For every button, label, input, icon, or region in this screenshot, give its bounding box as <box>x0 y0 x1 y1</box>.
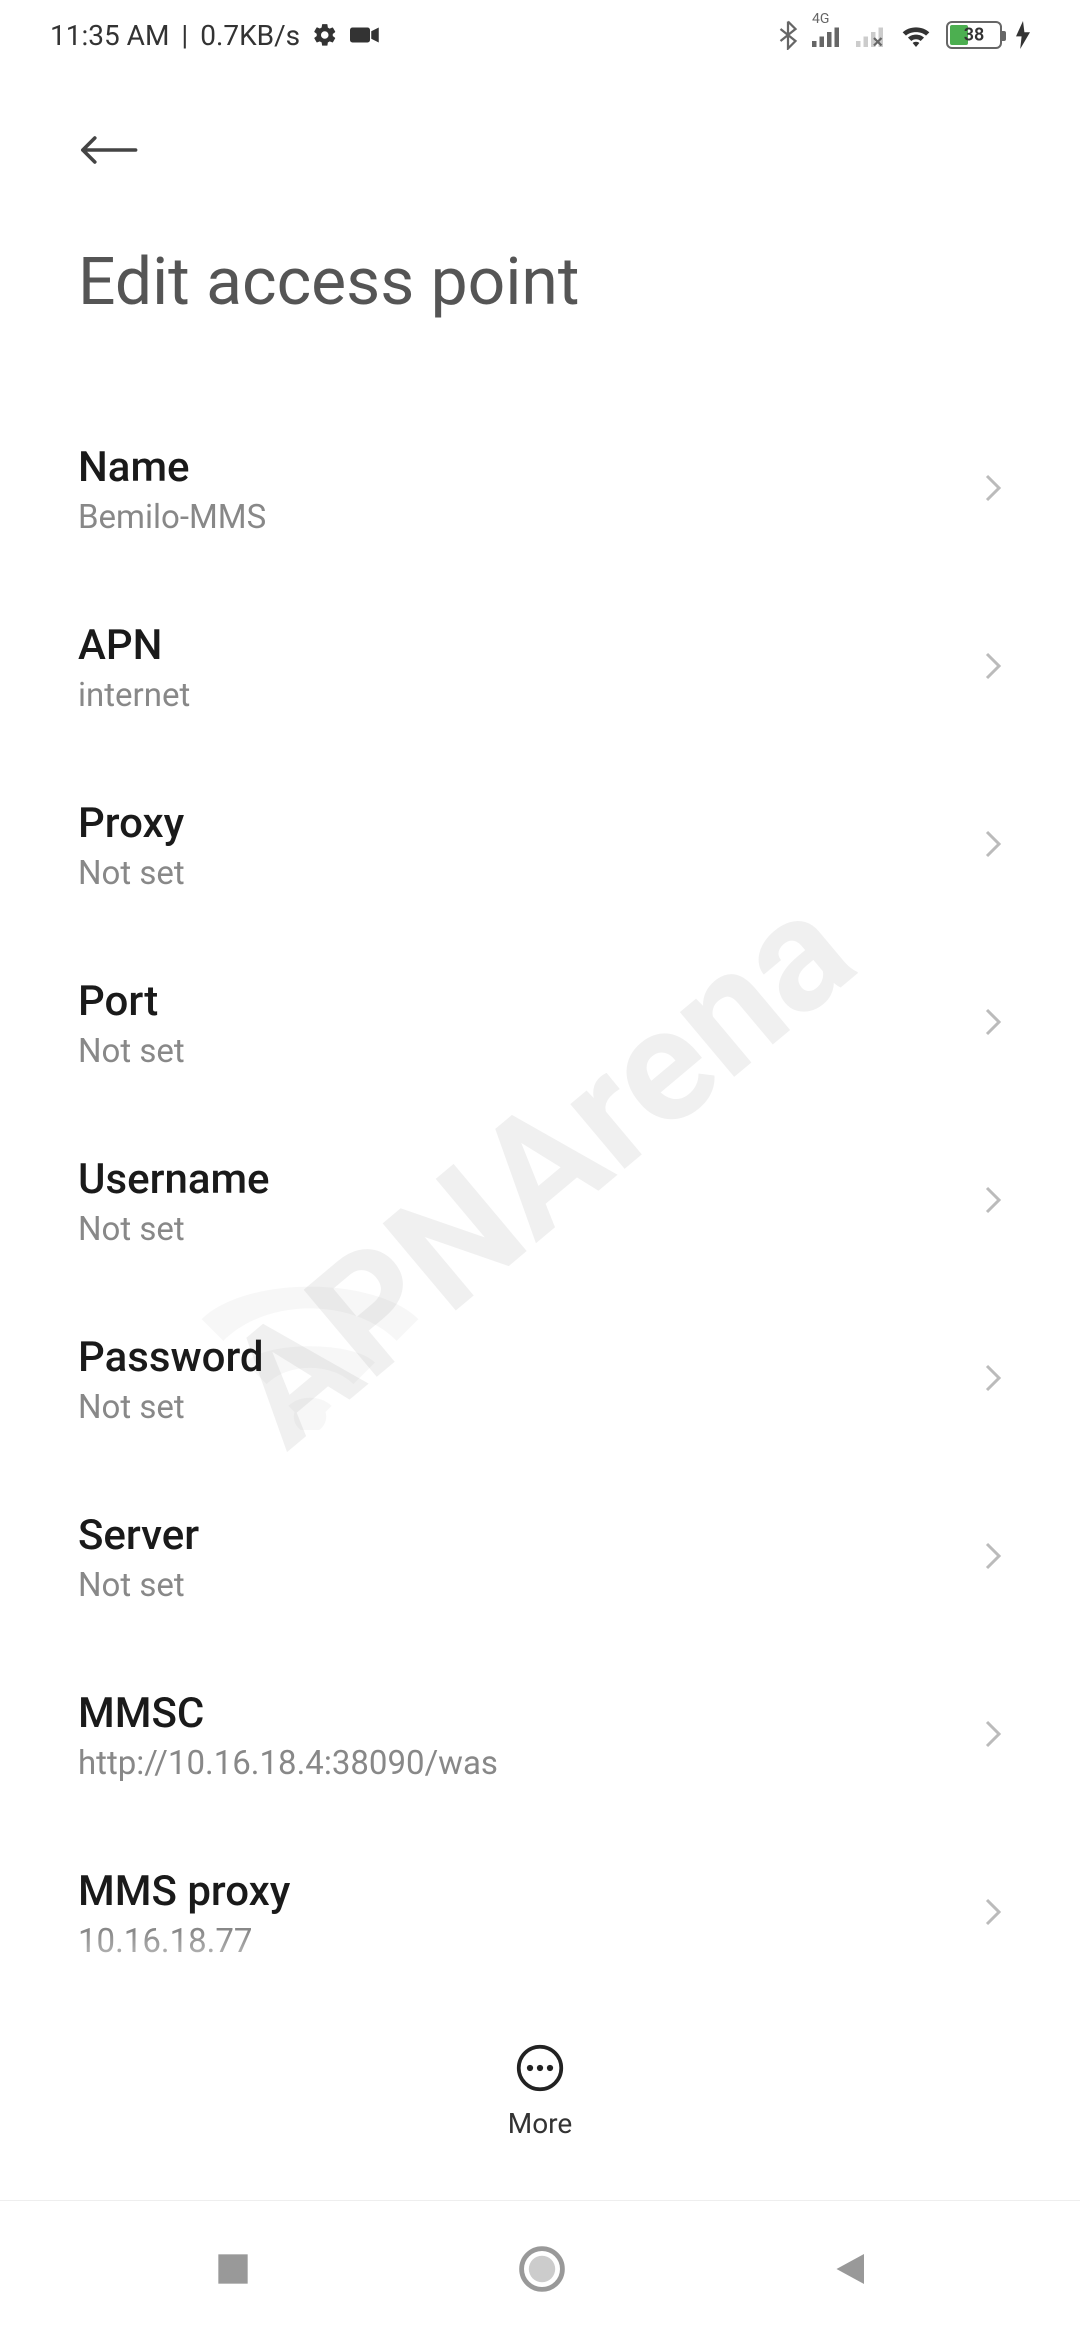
setting-server[interactable]: Server Not set <box>78 1469 1002 1647</box>
setting-apn[interactable]: APN internet <box>78 579 1002 757</box>
camera-icon <box>350 24 380 46</box>
chevron-right-icon <box>984 1719 1002 1753</box>
setting-label: Name <box>78 443 984 492</box>
setting-value: Bemilo-MMS <box>78 498 984 537</box>
chevron-right-icon <box>984 1185 1002 1219</box>
navigation-bar <box>0 2200 1080 2340</box>
setting-label: Proxy <box>78 799 984 848</box>
gear-icon <box>312 22 338 48</box>
setting-label: Username <box>78 1155 984 1204</box>
chevron-right-icon <box>984 1541 1002 1575</box>
battery-icon: 38 <box>946 21 1002 49</box>
setting-value: Not set <box>78 1032 984 1071</box>
setting-password[interactable]: Password Not set <box>78 1291 1002 1469</box>
setting-label: APN <box>78 621 984 670</box>
setting-label: MMS proxy <box>78 1867 984 1916</box>
setting-value: internet <box>78 676 984 715</box>
setting-value: Not set <box>78 1210 984 1249</box>
more-button[interactable] <box>515 2043 565 2097</box>
status-speed: 0.7KB/s <box>200 19 300 52</box>
setting-label: Server <box>78 1511 984 1560</box>
setting-value: Not set <box>78 1388 984 1427</box>
setting-label: Password <box>78 1333 984 1382</box>
chevron-right-icon <box>984 651 1002 685</box>
setting-value: Not set <box>78 1566 984 1605</box>
status-bar: 11:35 AM | 0.7KB/s 4G 38 <box>0 0 1080 70</box>
signal-nosim-icon <box>856 23 886 47</box>
setting-value: Not set <box>78 854 984 893</box>
charging-icon <box>1016 21 1030 49</box>
back-button[interactable] <box>78 130 138 174</box>
wifi-icon <box>900 22 932 48</box>
nav-recent-button[interactable] <box>213 2249 253 2293</box>
setting-mms-proxy[interactable]: MMS proxy 10.16.18.77 <box>78 1825 1002 2003</box>
setting-name[interactable]: Name Bemilo-MMS <box>78 401 1002 579</box>
nav-home-button[interactable] <box>518 2245 566 2297</box>
nav-back-button[interactable] <box>831 2249 867 2293</box>
page-title: Edit access point <box>0 204 1080 401</box>
status-divider: | <box>181 19 188 52</box>
chevron-right-icon <box>984 1007 1002 1041</box>
chevron-right-icon <box>984 829 1002 863</box>
setting-proxy[interactable]: Proxy Not set <box>78 757 1002 935</box>
chevron-right-icon <box>984 473 1002 507</box>
setting-mmsc[interactable]: MMSC http://10.16.18.4:38090/was <box>78 1647 1002 1825</box>
battery-percent: 38 <box>964 25 985 46</box>
settings-list: Name Bemilo-MMS APN internet Proxy Not s… <box>0 401 1080 2003</box>
setting-label: Port <box>78 977 984 1026</box>
setting-port[interactable]: Port Not set <box>78 935 1002 1113</box>
setting-username[interactable]: Username Not set <box>78 1113 1002 1291</box>
bluetooth-icon <box>778 20 798 50</box>
chevron-right-icon <box>984 1363 1002 1397</box>
setting-value: 10.16.18.77 <box>78 1922 984 1961</box>
status-time: 11:35 AM <box>50 19 169 52</box>
more-label: More <box>508 2107 573 2140</box>
setting-value: http://10.16.18.4:38090/was <box>78 1744 984 1783</box>
signal-4g-icon: 4G <box>812 23 842 47</box>
setting-label: MMSC <box>78 1689 984 1738</box>
chevron-right-icon <box>984 1897 1002 1931</box>
